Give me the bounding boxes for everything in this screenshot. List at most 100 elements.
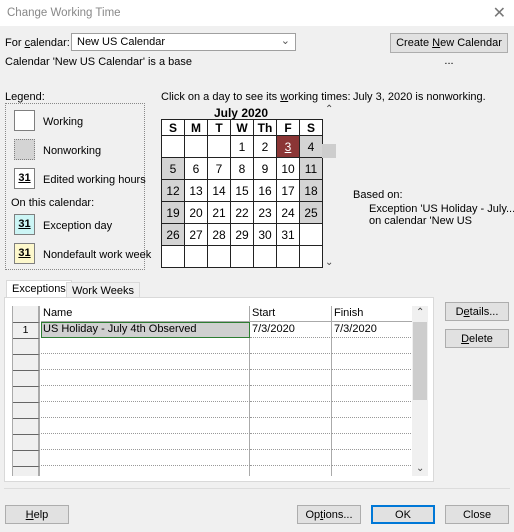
calendar-day[interactable]: 12 (161, 179, 185, 202)
cell-start[interactable]: 7/3/2020 (250, 322, 332, 338)
scroll-down-icon[interactable]: ⌄ (416, 463, 424, 474)
calendar-day[interactable]: 14 (207, 179, 231, 202)
column-header-start[interactable]: Start (250, 306, 332, 322)
cell-finish[interactable] (332, 386, 412, 402)
calendar-day[interactable]: 23 (253, 201, 277, 224)
table-row[interactable] (13, 338, 412, 354)
calendar-day[interactable]: 6 (184, 157, 208, 180)
calendar-day[interactable]: 28 (207, 223, 231, 246)
grid-scroll-thumb[interactable] (413, 322, 427, 400)
cell-name[interactable] (41, 370, 250, 386)
cell-finish[interactable] (332, 402, 412, 418)
row-number[interactable] (13, 386, 40, 402)
grid-scrollbar[interactable]: ⌃ ⌄ (412, 306, 428, 476)
calendar-day[interactable]: 4 (299, 135, 323, 158)
tab-work-weeks[interactable]: Work Weeks (66, 282, 140, 298)
calendar-day[interactable]: 11 (299, 157, 323, 180)
cell-start[interactable] (250, 338, 332, 354)
cell-finish[interactable] (332, 338, 412, 354)
calendar-day[interactable]: 13 (184, 179, 208, 202)
row-number[interactable] (13, 402, 40, 418)
scroll-up-icon[interactable]: ⌃ (325, 104, 333, 115)
row-number[interactable] (13, 338, 40, 354)
calendar-day[interactable]: 18 (299, 179, 323, 202)
row-number[interactable] (13, 418, 40, 434)
table-row[interactable]: 1 US Holiday - July 4th Observed 7/3/2020 7… (13, 322, 412, 338)
cell-name[interactable] (41, 354, 250, 370)
cell-start[interactable] (250, 450, 332, 466)
calendar-day[interactable]: 31 (276, 223, 300, 246)
table-row[interactable] (13, 466, 412, 476)
cell-finish[interactable]: 7/3/2020 (332, 322, 412, 338)
calendar-day[interactable]: 22 (230, 201, 254, 224)
table-row[interactable] (13, 434, 412, 450)
delete-button[interactable]: Delete (445, 329, 509, 348)
cell-name[interactable] (41, 434, 250, 450)
calendar-day[interactable]: 25 (299, 201, 323, 224)
calendar-scroll-thumb[interactable] (322, 144, 336, 158)
cell-finish[interactable] (332, 418, 412, 434)
select-all-corner[interactable] (13, 306, 40, 322)
calendar-day[interactable]: 8 (230, 157, 254, 180)
calendar-day[interactable]: 26 (161, 223, 185, 246)
calendar-day[interactable]: 19 (161, 201, 185, 224)
row-number[interactable] (13, 466, 40, 476)
cell-name[interactable] (41, 402, 250, 418)
calendar-day[interactable]: 21 (207, 201, 231, 224)
cell-name[interactable] (41, 466, 250, 476)
cell-name[interactable] (41, 450, 250, 466)
column-header-finish[interactable]: Finish (332, 306, 412, 322)
close-button[interactable]: Close (445, 505, 509, 524)
calendar-day[interactable]: 7 (207, 157, 231, 180)
calendar-day[interactable]: 24 (276, 201, 300, 224)
calendar-day[interactable]: 17 (276, 179, 300, 202)
details-button[interactable]: Details... (445, 302, 509, 321)
ok-button[interactable]: OK (371, 505, 435, 524)
options-button[interactable]: Options... (297, 505, 361, 524)
close-icon[interactable]: ✕ (493, 3, 506, 23)
cell-start[interactable] (250, 386, 332, 402)
cell-start[interactable] (250, 418, 332, 434)
cell-finish[interactable] (332, 450, 412, 466)
cell-finish[interactable] (332, 466, 412, 476)
cell-start[interactable] (250, 402, 332, 418)
calendar-day[interactable]: 20 (184, 201, 208, 224)
row-number[interactable] (13, 354, 40, 370)
help-button[interactable]: Help (5, 505, 69, 524)
calendar-day[interactable]: 30 (253, 223, 277, 246)
table-row[interactable] (13, 370, 412, 386)
cell-finish[interactable] (332, 434, 412, 450)
cell-start[interactable] (250, 434, 332, 450)
table-row[interactable] (13, 402, 412, 418)
cell-finish[interactable] (332, 354, 412, 370)
cell-finish[interactable] (332, 370, 412, 386)
cell-start[interactable] (250, 354, 332, 370)
calendar-scrollbar[interactable]: ⌃ ⌄ (322, 104, 337, 268)
calendar-day[interactable]: 5 (161, 157, 185, 180)
scroll-up-icon[interactable]: ⌃ (416, 307, 424, 318)
calendar-day[interactable]: 2 (253, 135, 277, 158)
calendar-day[interactable]: 9 (253, 157, 277, 180)
column-header-name[interactable]: Name (41, 306, 250, 322)
cell-name[interactable] (41, 386, 250, 402)
calendar-day[interactable]: 1 (230, 135, 254, 158)
row-number[interactable] (13, 370, 40, 386)
calendar-day[interactable]: 27 (184, 223, 208, 246)
cell-name[interactable] (41, 338, 250, 354)
row-number[interactable] (13, 450, 40, 466)
calendar-day[interactable]: 3 (276, 135, 300, 158)
calendar-day[interactable]: 10 (276, 157, 300, 180)
calendar-day[interactable]: 16 (253, 179, 277, 202)
calendar-day[interactable]: 15 (230, 179, 254, 202)
calendar-select[interactable]: New US Calendar ⌄ (71, 33, 296, 51)
table-row[interactable] (13, 386, 412, 402)
cell-name[interactable] (41, 418, 250, 434)
table-row[interactable] (13, 450, 412, 466)
cell-name[interactable]: US Holiday - July 4th Observed (41, 322, 250, 338)
table-row[interactable] (13, 418, 412, 434)
calendar-day[interactable]: 29 (230, 223, 254, 246)
cell-start[interactable] (250, 466, 332, 476)
row-number[interactable]: 1 (13, 322, 40, 338)
create-new-calendar-button[interactable]: Create New Calendar ... (390, 33, 508, 67)
table-row[interactable] (13, 354, 412, 370)
